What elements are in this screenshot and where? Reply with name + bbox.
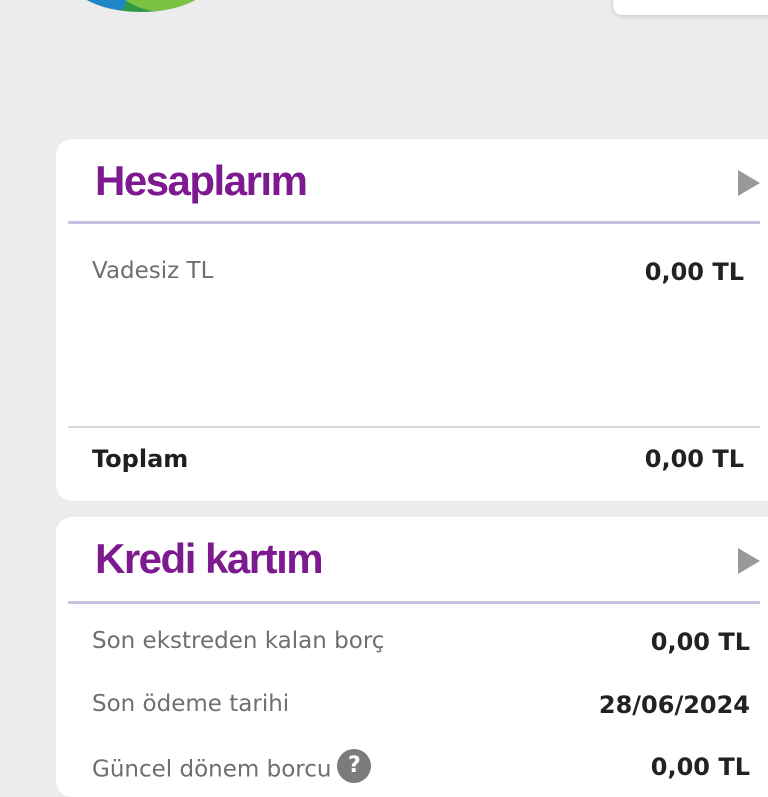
due-date-label: Son ödeme tarihi [92, 691, 290, 717]
total-divider [68, 426, 760, 428]
credit-card-divider [68, 601, 760, 604]
credit-card-card: Kredi kartım Son ekstreden kalan borç 0,… [56, 517, 768, 797]
account-row-value: 0,00 TL [644, 258, 744, 286]
statement-balance-label: Son ekstreden kalan borç [92, 628, 385, 654]
question-circle-icon[interactable]: ? [337, 749, 372, 783]
credit-card-header[interactable]: Kredi kartım [68, 517, 760, 605]
accounts-card-header[interactable]: Hesaplarım [68, 139, 760, 225]
accounts-card-divider [68, 221, 760, 224]
play-right-icon[interactable] [738, 170, 760, 196]
total-value: 0,00 TL [644, 445, 744, 473]
statement-balance-value: 0,00 TL [650, 628, 750, 656]
accounts-card: Hesaplarım Vadesiz TL 0,00 TL Toplam 0,0… [56, 139, 768, 501]
current-period-debt-label-wrapper: Güncel dönem borcu? [92, 749, 372, 787]
total-label: Toplam [92, 445, 189, 473]
due-date-value: 28/06/2024 [598, 691, 750, 719]
credit-card-title: Kredi kartım [95, 535, 324, 582]
top-right-button[interactable] [612, 0, 768, 16]
account-row-label: Vadesiz TL [92, 258, 214, 284]
bank-logo-icon[interactable] [70, 0, 212, 12]
play-right-icon[interactable] [738, 548, 760, 574]
accounts-card-title: Hesaplarım [95, 157, 308, 204]
logo-blue-shape [70, 0, 130, 12]
current-period-debt-value: 0,00 TL [650, 753, 750, 781]
current-period-debt-label: Güncel dönem borcu [92, 756, 332, 783]
